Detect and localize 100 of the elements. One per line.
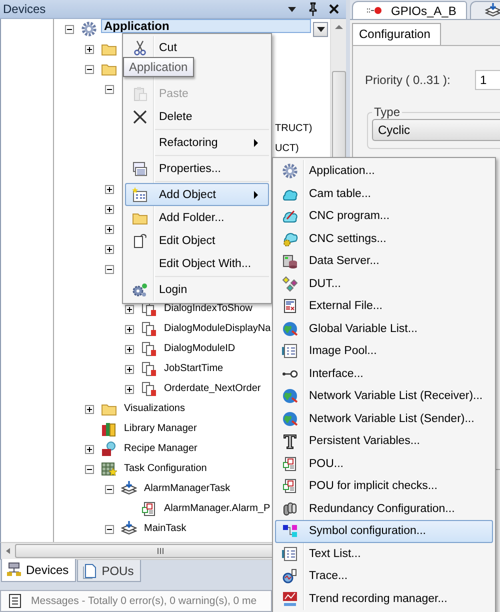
plus-box-icon[interactable] (105, 204, 114, 214)
type-dropdown[interactable]: Cyclic (372, 119, 500, 141)
plus-box-icon[interactable] (105, 244, 114, 254)
squares-icon (282, 523, 298, 540)
menu-item[interactable]: Global Variable List... (275, 318, 493, 340)
menu-item[interactable]: Text List... (275, 542, 493, 565)
menu-item[interactable]: Application... (275, 160, 493, 182)
magnifier-icon (282, 568, 298, 584)
tree-item[interactable]: DialogModuleID (161, 340, 238, 358)
tree-item[interactable]: MainTask (141, 520, 190, 538)
list-icon (282, 343, 298, 360)
document-icon (82, 562, 98, 578)
menu-item[interactable]: Image Pool... (275, 340, 493, 362)
menu-item[interactable]: External File... (275, 295, 493, 318)
panel-tab[interactable]: Devices (1, 559, 76, 582)
chart-icon (282, 590, 298, 607)
gears-icon (132, 282, 148, 298)
dropdown-button[interactable] (313, 22, 328, 36)
panel-tab[interactable]: POUs (76, 560, 141, 582)
document-icon (282, 478, 298, 494)
minus-box-icon[interactable] (105, 264, 114, 274)
grid-star-icon (101, 461, 117, 477)
plus-box-icon[interactable] (105, 184, 114, 194)
menu-item[interactable]: Edit Object With... (125, 252, 269, 275)
tooltip-text: Application (129, 60, 188, 74)
messages-status: Messages - Totally 0 error(s), 0 warning(s), 0 me (31, 595, 257, 607)
tree-item[interactable]: JobStartTime (161, 360, 226, 378)
menu-item[interactable]: Properties... (125, 157, 269, 180)
plus-box-icon[interactable] (125, 384, 134, 394)
tree-item[interactable]: Orderdate_NextOrder (161, 380, 264, 398)
menu-item[interactable]: Symbol configuration... (275, 520, 493, 542)
scissors-icon (132, 40, 148, 56)
menu-item[interactable]: Network Variable List (Sender)... (275, 408, 493, 430)
tree-item[interactable]: Library Manager (121, 420, 200, 438)
menu-item[interactable]: Interface... (275, 362, 493, 385)
minus-box-icon[interactable] (105, 484, 114, 494)
menu-item[interactable]: Redundancy Configuration... (275, 498, 493, 520)
tree-item[interactable]: AlarmManager.Alarm_P (161, 500, 274, 518)
minus-box-icon[interactable] (85, 64, 94, 74)
type-group-label: Type (373, 105, 402, 119)
tree-item[interactable]: DialogModuleDisplayNa (161, 320, 274, 338)
list-icon (7, 593, 23, 609)
ball-on-block-icon (101, 441, 117, 457)
menu-item[interactable]: Data Server... (275, 250, 493, 272)
menu-item[interactable]: Add Object (125, 183, 269, 206)
plus-box-icon[interactable] (85, 404, 94, 414)
globe-icon (282, 388, 298, 404)
tree-item[interactable]: AlarmManagerTask (141, 480, 234, 498)
menu-item[interactable]: CNC settings... (275, 228, 493, 250)
menu-item[interactable]: Edit Object (125, 229, 269, 252)
menu-item[interactable]: POU... (275, 452, 493, 475)
menu-item[interactable]: Login (125, 278, 269, 301)
plus-box-icon[interactable] (85, 444, 94, 454)
minus-box-icon[interactable] (105, 84, 114, 94)
document-icon (282, 456, 298, 472)
menu-item[interactable]: Persistent Variables... (275, 430, 493, 452)
books-icon (101, 421, 117, 437)
plus-box-icon[interactable] (125, 324, 134, 334)
globe-icon (282, 320, 298, 337)
plus-box-icon[interactable] (125, 304, 134, 314)
tree-item[interactable]: TRUCT) (272, 120, 316, 138)
config-tab[interactable]: Configuration (352, 23, 442, 45)
menu-item[interactable]: Trace... (275, 565, 493, 588)
document-arrow-icon (132, 232, 148, 248)
grid-star-icon (132, 186, 148, 202)
clipboard-icon (132, 86, 148, 102)
plus-box-icon[interactable] (125, 364, 134, 374)
minus-box-icon[interactable] (65, 24, 74, 34)
tree-item[interactable]: UCT) (272, 140, 302, 158)
plus-box-icon[interactable] (85, 44, 94, 54)
server-icon (282, 253, 298, 270)
documents-icon (141, 341, 157, 357)
plus-box-icon[interactable] (105, 224, 114, 234)
tree-item[interactable]: Visualizations (121, 400, 188, 418)
menu-item[interactable]: DUT... (275, 272, 493, 295)
menu-item[interactable]: Network Variable List (Receiver)... (275, 385, 493, 408)
documents-icon (141, 321, 157, 337)
gear-icon (81, 21, 97, 37)
minus-box-icon[interactable] (105, 524, 114, 534)
tree-item[interactable]: Recipe Manager (121, 440, 200, 458)
cross-icon (132, 108, 148, 124)
cloud-gear-icon (282, 230, 298, 247)
menu-item[interactable]: Delete (125, 105, 269, 128)
diamonds-icon (282, 276, 298, 292)
menu-item[interactable]: CNC program... (275, 205, 493, 228)
tree-item[interactable]: Task Configuration (121, 460, 210, 478)
editor-tab[interactable]: GPIOs_A_B (352, 1, 468, 19)
menu-item[interactable]: Refactoring (125, 131, 269, 154)
menu-item[interactable]: Cut (125, 36, 269, 59)
menu-item[interactable]: POU for implicit checks... (275, 475, 493, 498)
tree-item[interactable]: DialogIndexToShow (161, 300, 256, 318)
priority-label: Priority ( 0..31 ): (365, 73, 452, 87)
gear-icon (282, 163, 298, 180)
editor-tab[interactable] (470, 1, 500, 19)
priority-field[interactable]: 1 (475, 70, 500, 90)
plus-box-icon[interactable] (125, 344, 134, 354)
menu-item[interactable]: Trend recording manager... (275, 588, 493, 610)
menu-item[interactable]: Cam table... (275, 182, 493, 205)
menu-item[interactable]: Add Folder... (125, 206, 269, 229)
minus-box-icon[interactable] (85, 464, 94, 474)
